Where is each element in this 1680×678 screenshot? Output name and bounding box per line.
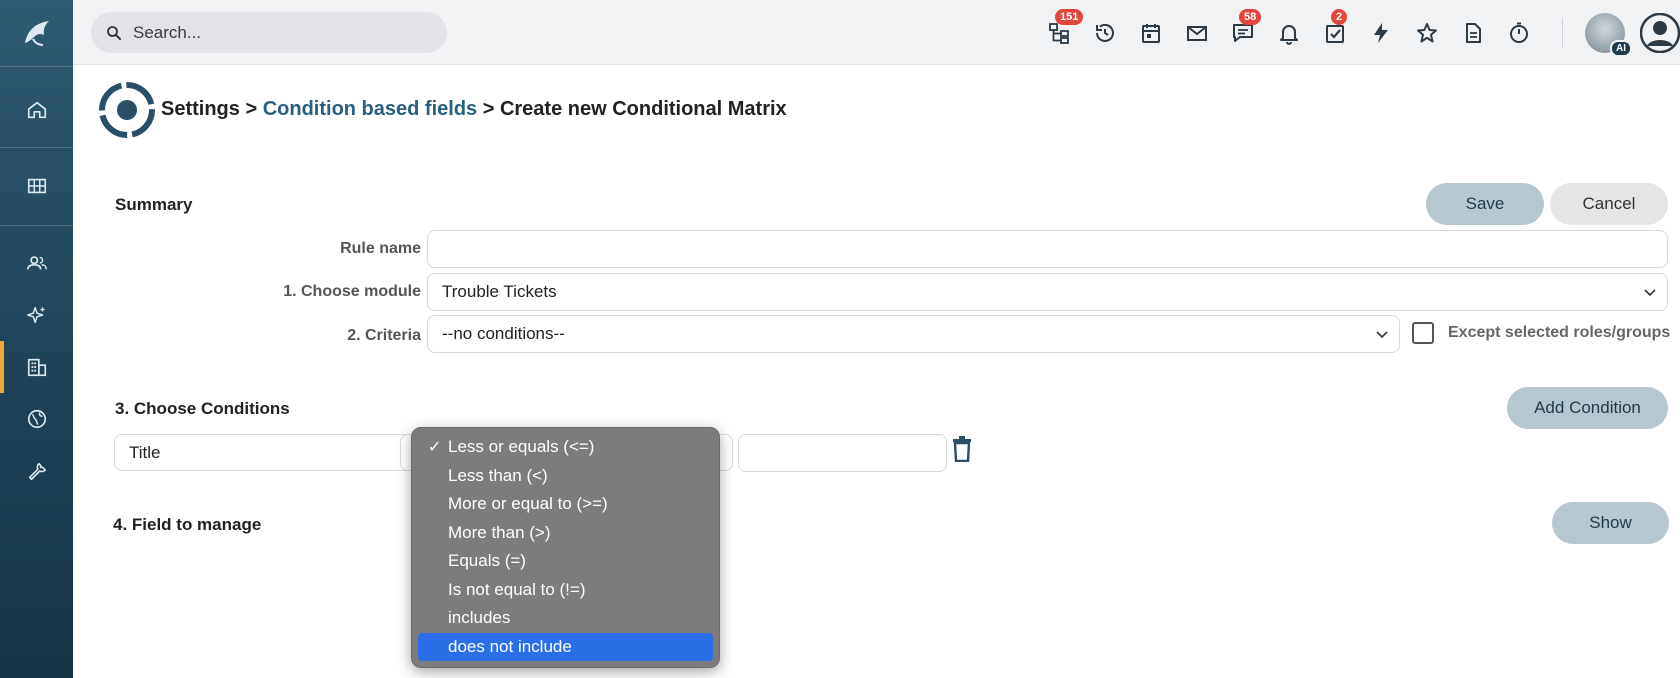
lightning-icon [1374, 23, 1388, 43]
chat-badge: 58 [1239, 9, 1262, 25]
dropdown-option[interactable]: More or equal to (>=) [418, 490, 713, 519]
tasks-badge: 2 [1331, 9, 1348, 25]
tasks-button[interactable]: 2 [1321, 9, 1349, 47]
sidebar-item-tools[interactable] [0, 445, 73, 497]
field-to-manage-title: 4. Field to manage [113, 515, 262, 534]
user-avatar-icon[interactable] [1640, 13, 1680, 53]
option-label: Is not equal to (!=) [448, 579, 586, 599]
sidebar-item-ai[interactable] [0, 289, 73, 341]
sidebar-item-home[interactable] [0, 84, 73, 136]
dropdown-option[interactable]: includes [418, 604, 713, 633]
chevron-down-icon [1644, 289, 1656, 297]
cancel-button[interactable]: Cancel [1550, 183, 1668, 225]
rule-name-label: Rule name [340, 240, 421, 257]
search-icon [107, 25, 121, 40]
trash-icon[interactable] [951, 436, 973, 462]
criteria-label: 2. Criteria [347, 327, 421, 344]
option-label: Less or equals (<=) [448, 437, 595, 457]
sidebar-item-contacts[interactable] [0, 237, 73, 289]
dropdown-option[interactable]: Is not equal to (!=) [418, 576, 713, 605]
module-select[interactable]: Trouble Tickets [427, 273, 1668, 311]
condition-field-value: Title [129, 442, 161, 462]
dropdown-option[interactable]: Equals (=) [418, 547, 713, 576]
sidebar-divider [0, 225, 73, 226]
breadcrumb-condition-based-fields[interactable]: Condition based fields [263, 98, 477, 120]
breadcrumb-settings[interactable]: Settings [161, 98, 240, 120]
documents-button[interactable] [1459, 19, 1487, 47]
history-button[interactable] [1091, 19, 1119, 47]
option-label: Less than (<) [448, 465, 548, 485]
dropdown-option[interactable]: More than (>) [418, 519, 713, 548]
criteria-select[interactable]: --no conditions-- [427, 315, 1400, 353]
except-roles-checkbox[interactable] [1412, 322, 1434, 344]
top-bar: 151 58 2 AI [73, 0, 1680, 65]
dropdown-option[interactable]: ✓ Less or equals (<=) [418, 433, 713, 462]
sidebar-item-grid[interactable] [0, 160, 73, 212]
home-icon [27, 101, 46, 119]
star-icon [1417, 23, 1437, 43]
sidebar [0, 0, 73, 678]
page-title: Create new Conditional Matrix [499, 98, 787, 120]
breadcrumb-separator: > [477, 98, 500, 120]
timer-button[interactable] [1505, 19, 1533, 47]
except-roles-label: Except selected roles/groups [1448, 324, 1671, 341]
module-value: Trouble Tickets [442, 282, 557, 301]
calendar-button[interactable] [1137, 19, 1165, 47]
mail-button[interactable] [1183, 19, 1211, 47]
globe-icon [27, 409, 46, 429]
operator-dropdown-menu: ✓ Less or equals (<=) Less than (<) More … [411, 427, 720, 668]
stopwatch-icon [1510, 22, 1528, 43]
condition-field-select[interactable]: Title [114, 434, 424, 471]
hierarchy-button[interactable]: 151 [1045, 9, 1084, 47]
option-label: Equals (=) [448, 551, 526, 571]
sidebar-item-organizations[interactable] [0, 341, 73, 393]
breadcrumb: Settings > Condition based fields > Crea… [161, 98, 787, 121]
sidebar-divider [0, 147, 73, 148]
summary-title: Summary [115, 195, 193, 214]
app-logo[interactable] [0, 0, 73, 66]
option-label: More than (>) [448, 522, 551, 542]
sparkle-icon [26, 306, 45, 324]
save-button[interactable]: Save [1426, 183, 1544, 225]
sidebar-divider [0, 66, 73, 67]
wrench-icon [28, 462, 46, 481]
search-input[interactable] [133, 22, 413, 43]
add-condition-button[interactable]: Add Condition [1507, 387, 1668, 429]
criteria-value: --no conditions-- [442, 324, 565, 343]
dolphin-logo-icon [24, 21, 49, 46]
option-label: includes [448, 608, 511, 628]
document-icon [1466, 23, 1481, 43]
module-label: 1. Choose module [283, 283, 421, 300]
condition-value-input[interactable] [738, 434, 947, 472]
search-box[interactable] [91, 12, 447, 53]
checkmark-icon: ✓ [428, 439, 442, 456]
option-label: does not include [448, 636, 572, 656]
settings-logo-icon [99, 82, 155, 138]
history-icon [1096, 23, 1114, 42]
mail-icon [1187, 26, 1207, 41]
rule-name-input[interactable] [427, 230, 1668, 268]
hierarchy-badge: 151 [1055, 9, 1084, 25]
task-check-icon [1326, 25, 1344, 43]
conditions-title: 3. Choose Conditions [115, 399, 290, 418]
notifications-button[interactable] [1275, 19, 1303, 47]
chat-button[interactable]: 58 [1229, 9, 1262, 47]
chevron-down-icon [1376, 331, 1388, 339]
dropdown-option[interactable]: Less than (<) [418, 462, 713, 491]
people-icon [26, 256, 47, 270]
option-label: More or equal to (>=) [448, 494, 608, 514]
grid-icon [27, 178, 46, 194]
quick-actions-button[interactable] [1367, 19, 1395, 47]
calendar-icon [1142, 24, 1160, 43]
bell-icon [1280, 25, 1298, 45]
sidebar-item-globe[interactable] [0, 393, 73, 445]
ai-tag: AI [1610, 40, 1632, 57]
topbar-divider [1562, 18, 1563, 48]
favorites-button[interactable] [1413, 19, 1441, 47]
breadcrumb-separator: > [239, 98, 263, 120]
show-button[interactable]: Show [1552, 502, 1669, 544]
building-icon [27, 358, 46, 377]
dropdown-option-highlighted[interactable]: does not include [418, 632, 713, 661]
